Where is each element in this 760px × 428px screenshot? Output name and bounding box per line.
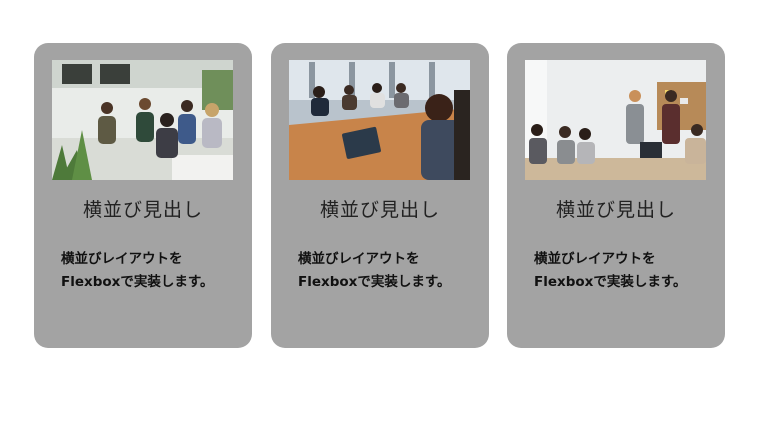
card-2-text-line-2: Flexboxで実装します。	[298, 274, 451, 290]
card-2: 横並び見出し 横並びレイアウトを Flexboxで実装します。	[271, 43, 489, 348]
card-3-text-line-2: Flexboxで実装します。	[534, 274, 687, 290]
card-2-photo	[289, 60, 470, 180]
card-1-title: 横並び見出し	[82, 199, 203, 221]
card-3-photo	[525, 60, 706, 180]
card-2-text-line-1: 横並びレイアウトを	[298, 251, 420, 267]
card-1-text: 横並びレイアウトを Flexboxで実装します。	[61, 248, 241, 294]
meeting-photo-lounge	[52, 60, 233, 180]
card-1-text-line-2: Flexboxで実装します。	[61, 274, 214, 290]
card-1-text-line-1: 横並びレイアウトを	[61, 251, 183, 267]
card-1-photo	[52, 60, 233, 180]
card-3-text-line-1: 横並びレイアウトを	[534, 251, 656, 267]
card-3-title: 横並び見出し	[555, 199, 676, 221]
card-3: 横並び見出し 横並びレイアウトを Flexboxで実装します。	[507, 43, 725, 348]
card-3-text: 横並びレイアウトを Flexboxで実装します。	[534, 248, 714, 294]
card-2-title: 横並び見出し	[319, 199, 440, 221]
meeting-photo-conference-table	[289, 60, 470, 180]
card-2-text: 横並びレイアウトを Flexboxで実装します。	[298, 248, 478, 294]
card-1: 横並び見出し 横並びレイアウトを Flexboxで実装します。	[34, 43, 252, 348]
meeting-photo-presentation	[525, 60, 706, 180]
